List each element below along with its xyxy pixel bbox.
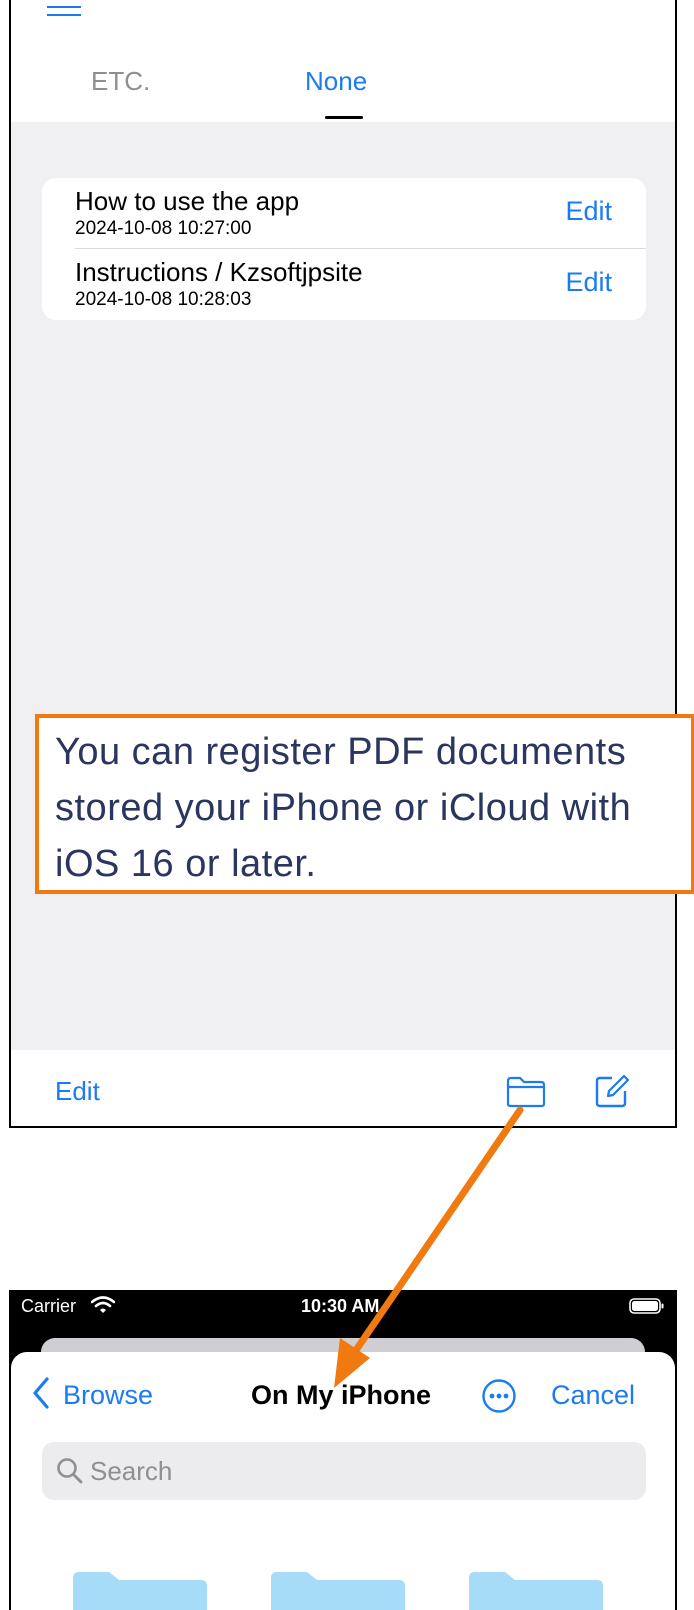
list-item[interactable]: Instructions / Kzsoftjpsite 2024-10-08 1… [42,249,646,320]
tip-text: You can register PDF documents stored yo… [55,731,632,885]
more-options-icon[interactable] [481,1378,517,1414]
status-time: 10:30 AM [301,1296,380,1316]
picker-sheet: Browse On My iPhone Cancel Search [11,1352,675,1610]
compose-icon[interactable] [594,1072,630,1108]
search-input[interactable]: Search [42,1442,646,1500]
folder-icon[interactable] [469,1572,603,1610]
cancel-button[interactable]: Cancel [551,1380,635,1411]
tab-none[interactable]: None [305,66,367,97]
wifi-icon [91,1296,115,1313]
edit-list-button[interactable]: Edit [55,1076,100,1107]
status-bar: Carrier 10:30 AM [11,1290,675,1324]
battery-icon [629,1298,664,1314]
folder-icon[interactable] [271,1572,405,1610]
edit-document-button[interactable]: Edit [565,267,612,298]
document-picker-screen: Carrier 10:30 AM Browse On My iPhone Can… [9,1290,677,1610]
bottom-toolbar: Edit [11,1050,675,1126]
tip-callout: You can register PDF documents stored yo… [35,714,694,894]
document-list: How to use the app 2024-10-08 10:27:00 E… [42,178,646,320]
active-tab-indicator [325,116,363,119]
search-placeholder: Search [90,1456,173,1486]
tab-etc[interactable]: ETC. [91,66,150,97]
list-item[interactable]: How to use the app 2024-10-08 10:27:00 E… [42,178,646,249]
browse-back-button[interactable]: Browse [63,1380,153,1411]
folder-icon[interactable] [73,1572,207,1610]
document-list-area: How to use the app 2024-10-08 10:27:00 E… [11,122,675,1050]
search-icon [57,1458,83,1484]
document-date: 2024-10-08 10:27:00 [75,218,252,239]
folder-icon[interactable] [506,1076,546,1108]
document-date: 2024-10-08 10:28:03 [75,289,252,310]
document-title: How to use the app [75,186,300,216]
navigation-bar: ETC. None [11,0,675,122]
edit-document-button[interactable]: Edit [565,196,612,227]
app-screen: ETC. None How to use the app 2024-10-08 … [9,0,677,1128]
chevron-left-icon[interactable] [31,1376,51,1410]
document-title: Instructions / Kzsoftjpsite [75,257,363,287]
carrier-label: Carrier [21,1296,77,1316]
hamburger-menu-icon[interactable] [47,0,83,20]
picker-title: On My iPhone [251,1380,432,1410]
